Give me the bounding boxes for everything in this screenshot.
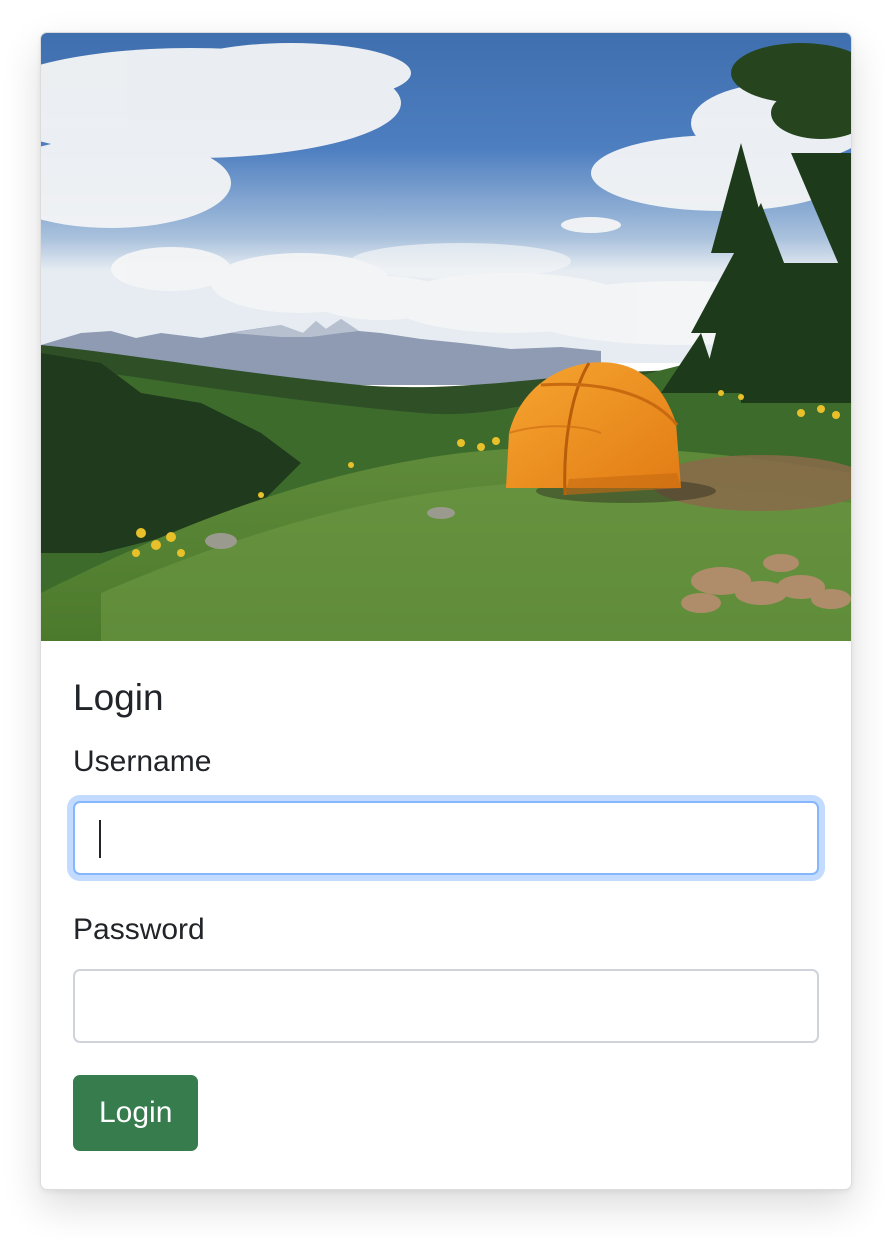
password-label: Password (73, 913, 205, 946)
username-label: Username (73, 745, 212, 778)
card-title: Login (73, 677, 164, 718)
login-card: Login Username Password Login (40, 32, 852, 1190)
password-input[interactable] (73, 969, 819, 1043)
username-input[interactable] (73, 801, 819, 875)
text-caret (99, 820, 101, 858)
login-button[interactable]: Login (73, 1075, 199, 1151)
hero-image (41, 33, 851, 641)
login-form: Login Username Password Login (73, 673, 819, 1151)
